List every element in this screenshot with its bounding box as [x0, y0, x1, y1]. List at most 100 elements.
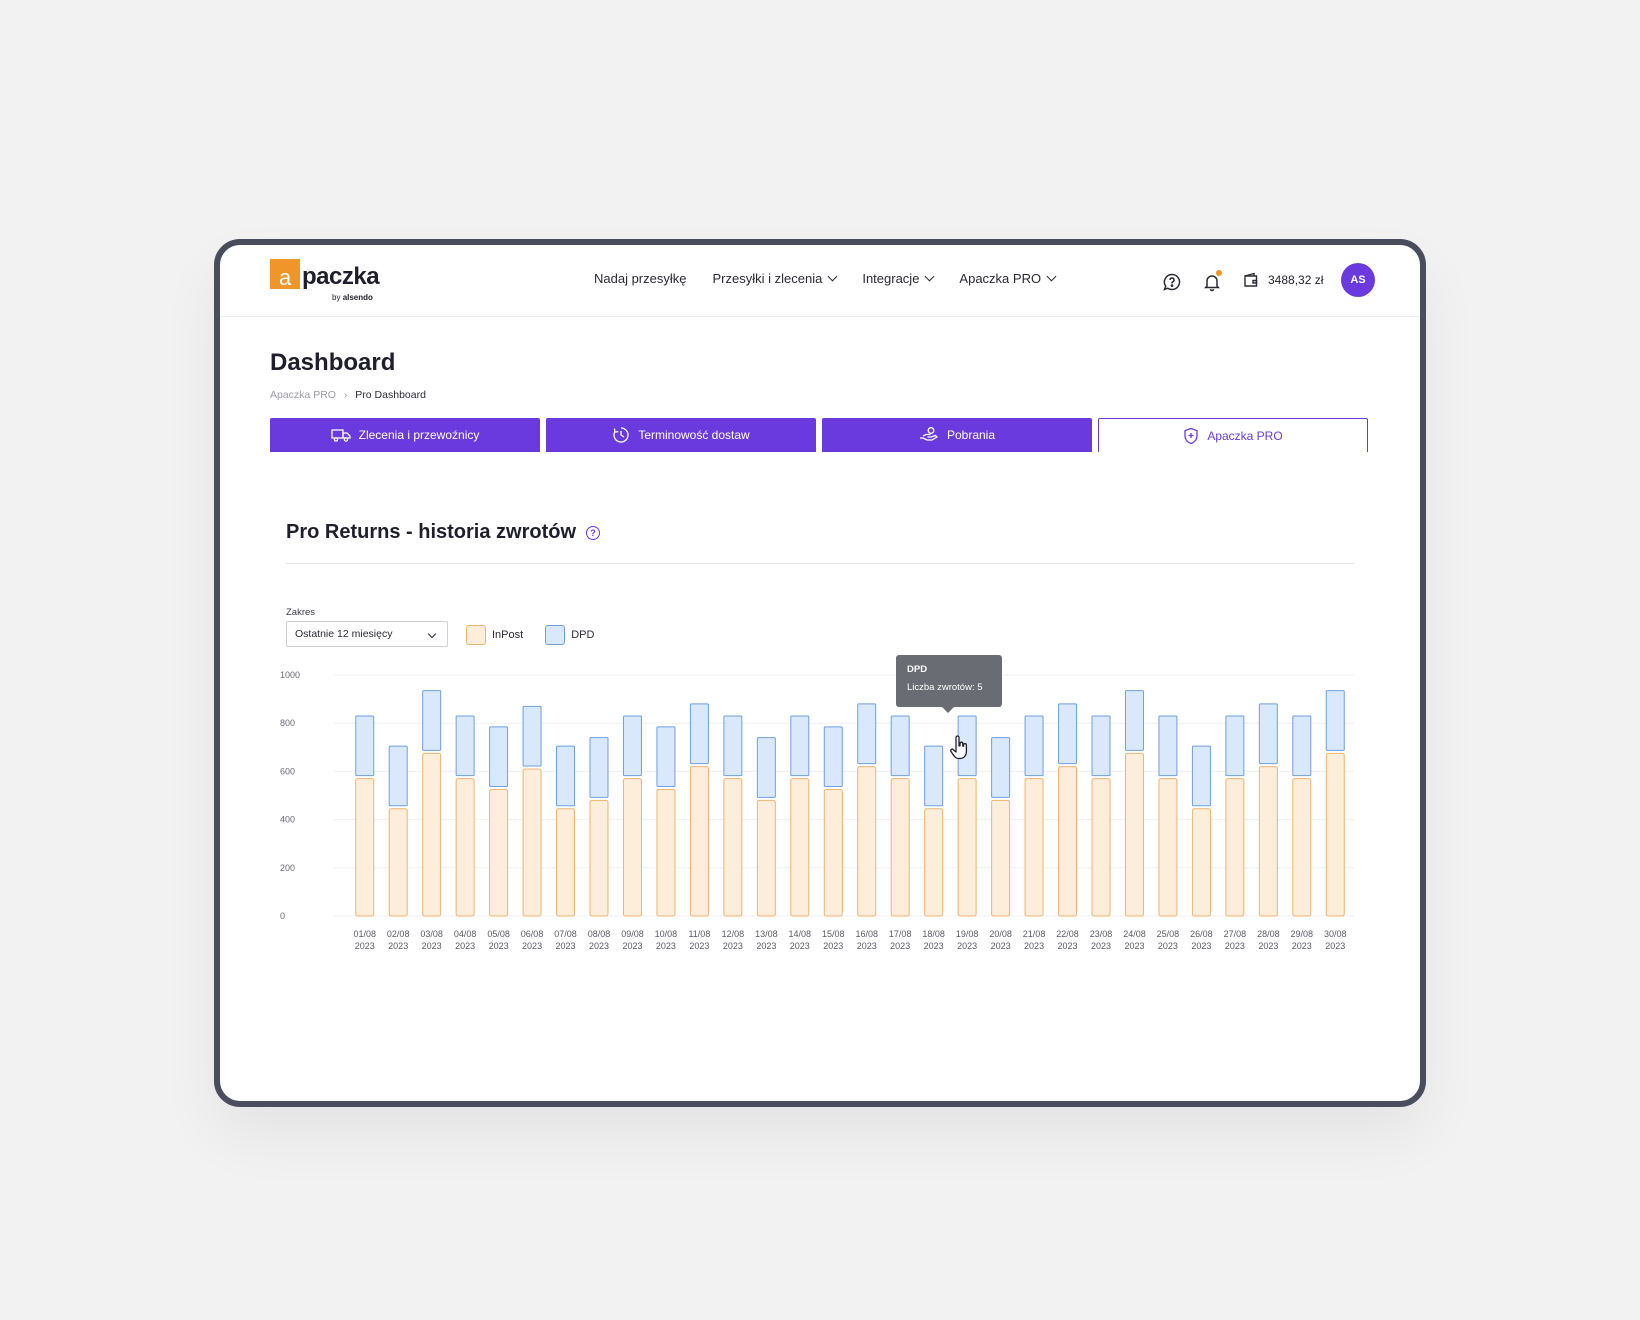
bar-dpd [455, 715, 475, 777]
chevron-down-icon [827, 271, 838, 282]
x-tick-label-year: 2023 [355, 941, 375, 951]
x-tick-label-year: 2023 [522, 941, 542, 951]
bar-dpd [1124, 690, 1144, 751]
bell-icon[interactable] [1202, 270, 1222, 292]
x-tick-label-date: 30/08 [1324, 929, 1347, 939]
legend-item-inpost[interactable]: InPost [466, 625, 523, 645]
y-tick-label: 400 [280, 815, 295, 825]
bar-inpost [1158, 778, 1178, 917]
legend-item-dpd[interactable]: DPD [545, 625, 594, 645]
x-tick-label-year: 2023 [656, 941, 676, 951]
nav-label: Integracje [862, 271, 920, 286]
balance-amount: 3488,32 zł [1268, 273, 1324, 287]
shield-plus-icon [1184, 427, 1198, 444]
range-select[interactable]: Ostatnie 12 miesięcy [286, 621, 448, 647]
bar-inpost [991, 799, 1011, 917]
x-tick-label-year: 2023 [589, 941, 609, 951]
tab-apaczka-pro[interactable]: Apaczka PRO [1098, 418, 1368, 452]
bar-dpd [823, 726, 843, 787]
x-tick-label-date: 07/08 [554, 929, 577, 939]
x-tick-label-date: 12/08 [722, 929, 745, 939]
wallet-icon [1244, 272, 1258, 287]
bar-dpd [556, 745, 576, 807]
nav-label: Przesyłki i zlecenia [712, 271, 823, 286]
chevron-right-icon: › [343, 389, 348, 401]
bar-inpost [1124, 752, 1144, 917]
x-tick-label-date: 29/08 [1291, 929, 1314, 939]
help-icon[interactable]: ? [586, 525, 601, 540]
nav-item-apaczka-pro[interactable]: Apaczka PRO [959, 271, 1057, 286]
x-tick-label-date: 05/08 [487, 929, 510, 939]
tab-label: Zlecenia i przewoźnicy [358, 428, 480, 442]
x-tick-label-year: 2023 [823, 941, 843, 951]
bar-inpost [355, 778, 375, 917]
bar-dpd [422, 690, 442, 751]
bar-dpd [1191, 745, 1211, 807]
x-tick-label-date: 18/08 [922, 929, 945, 939]
legend-swatch-dpd [545, 625, 566, 645]
bar-inpost [924, 808, 944, 917]
top-bar: a paczka by alsendo Nadaj przesyłkę Prze… [220, 245, 1420, 317]
bar-inpost [790, 778, 810, 917]
apaczka-logo[interactable]: a paczka by alsendo [270, 259, 382, 305]
section-title-text: Pro Returns - historia zwrotów [286, 521, 577, 543]
bar-inpost [1292, 778, 1312, 917]
returns-chart: 0 200 400 600 800 1000 01/08 2023 02/08 2023 03/08… [280, 670, 1354, 951]
avatar[interactable]: AS [1341, 263, 1375, 297]
breadcrumb-link-apaczka-pro[interactable]: Apaczka PRO [270, 389, 336, 401]
legend-swatch-inpost [466, 625, 486, 645]
x-tick-label-date: 17/08 [889, 929, 912, 939]
bar-dpd [622, 715, 642, 777]
bar-inpost [723, 778, 743, 917]
x-tick-label-year: 2023 [790, 941, 810, 951]
nav-item-przesylki-i-zlecenia[interactable]: Przesyłki i zlecenia [712, 271, 838, 286]
help-chat-icon[interactable] [1162, 272, 1182, 292]
bar-inpost [890, 778, 910, 917]
section-title: Pro Returns - historia zwrotów ? [286, 521, 601, 544]
x-tick-label-year: 2023 [857, 941, 877, 951]
bar-dpd [1258, 703, 1278, 765]
breadcrumb: Apaczka PRO › Pro Dashboard [270, 389, 426, 401]
x-tick-label-year: 2023 [890, 941, 910, 951]
bar-dpd [1058, 703, 1078, 765]
bar-inpost [1191, 808, 1211, 917]
wallet-balance[interactable]: 3488,32 zł [1242, 271, 1323, 289]
nav-item-integracje[interactable]: Integracje [862, 271, 935, 286]
bar-inpost [1024, 778, 1044, 917]
x-tick-label-year: 2023 [1325, 941, 1345, 951]
bar-dpd [689, 703, 709, 765]
y-tick-label: 200 [280, 863, 295, 873]
bar-dpd [1158, 715, 1178, 777]
x-tick-label-date: 20/08 [989, 929, 1012, 939]
x-tick-label-date: 21/08 [1023, 929, 1046, 939]
chart-tooltip: DPD Liczba zwrotów: 5 [896, 655, 1002, 713]
x-tick-label-date: 16/08 [855, 929, 878, 939]
tab-label: Apaczka PRO [1207, 428, 1283, 443]
x-tick-label-year: 2023 [1191, 941, 1211, 951]
tab-terminowosc-dostaw[interactable]: Terminowość dostaw [546, 418, 816, 452]
hand-cursor-icon [950, 735, 968, 760]
x-tick-label-year: 2023 [422, 941, 442, 951]
nav-item-nadaj-przesylke[interactable]: Nadaj przesyłkę [594, 271, 687, 286]
bar-inpost [556, 808, 576, 917]
x-tick-label-year: 2023 [1058, 941, 1078, 951]
bar-dpd [522, 705, 542, 767]
x-tick-label-year: 2023 [689, 941, 709, 951]
y-tick-label: 0 [280, 911, 285, 921]
x-tick-label-year: 2023 [1091, 941, 1111, 951]
chevron-down-icon [1046, 271, 1057, 282]
range-select-value: Ostatnie 12 miesięcy [295, 628, 393, 640]
x-tick-label-year: 2023 [1124, 941, 1144, 951]
bar-dpd [355, 715, 375, 777]
bar-inpost [522, 768, 542, 917]
bar-dpd [656, 726, 676, 787]
x-tick-label-date: 28/08 [1257, 929, 1280, 939]
truck-icon [330, 429, 351, 442]
tab-zlecenia-i-przewoznicy[interactable]: Zlecenia i przewoźnicy [270, 418, 540, 452]
x-tick-label-year: 2023 [489, 941, 509, 951]
y-tick-label: 600 [280, 766, 295, 776]
tab-pobrania[interactable]: Pobrania [822, 418, 1092, 452]
x-tick-label-year: 2023 [924, 941, 944, 951]
chart-legend: InPost DPD [466, 625, 616, 645]
hand-money-icon [919, 427, 939, 441]
